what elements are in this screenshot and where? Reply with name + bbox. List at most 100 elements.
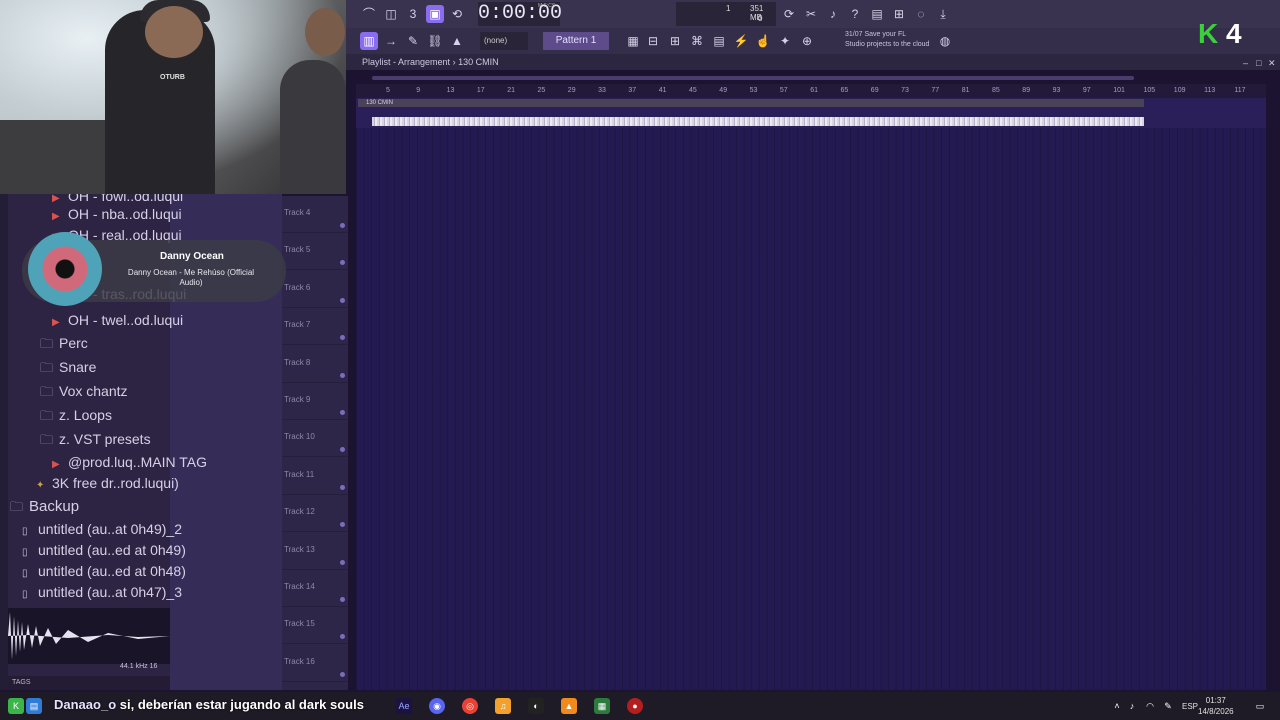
track-mute-dot[interactable] bbox=[340, 559, 345, 565]
track-mute-dot[interactable] bbox=[340, 223, 345, 228]
piano-roll-icon[interactable]: ▦ bbox=[624, 32, 642, 50]
browser-item[interactable]: ▶ OH - nba..od.luqui bbox=[52, 206, 182, 222]
mixer-view-icon[interactable]: ⊞ bbox=[666, 32, 684, 50]
volume-icon[interactable]: ♪ bbox=[1126, 698, 1138, 714]
close-icon[interactable]: ✕ bbox=[1268, 58, 1276, 69]
track-mute-dot[interactable] bbox=[340, 335, 345, 341]
track-mute-dot[interactable] bbox=[340, 597, 345, 602]
download-icon[interactable]: ⤓ bbox=[934, 5, 952, 23]
track-mute-dot[interactable] bbox=[340, 447, 345, 453]
recorder-icon[interactable]: ● bbox=[627, 698, 643, 714]
browser-item[interactable]: ▯ untitled (au..at 0h47)_3 bbox=[22, 584, 182, 600]
browser-item[interactable]: ▯ untitled (au..at 0h49)_2 bbox=[22, 521, 182, 537]
track-mute-dot[interactable] bbox=[340, 634, 345, 640]
track-header[interactable]: Track 10 bbox=[282, 420, 348, 458]
track-mute-dot[interactable] bbox=[340, 410, 345, 415]
playlist-grid[interactable] bbox=[356, 128, 1266, 690]
browser-item[interactable]: ✦ 3K free dr..rod.luqui) bbox=[36, 475, 179, 491]
pattern-selector[interactable]: Pattern 1 bbox=[543, 32, 609, 50]
help-icon[interactable]: ? bbox=[846, 5, 864, 23]
cut-icon[interactable]: ✂ bbox=[802, 5, 820, 23]
tools-icon[interactable]: ✦ bbox=[776, 32, 794, 50]
refresh-icon[interactable]: ⟳ bbox=[780, 5, 798, 23]
track-header[interactable]: Track 8 bbox=[282, 346, 348, 383]
track-mute-dot[interactable] bbox=[340, 671, 345, 677]
track-mute-dot[interactable] bbox=[340, 297, 345, 303]
track-header[interactable]: Track 14 bbox=[282, 570, 348, 607]
calculator-icon[interactable]: ▦ bbox=[594, 698, 610, 714]
track-mute-dot[interactable] bbox=[340, 372, 345, 378]
track-header[interactable]: Track 13 bbox=[282, 533, 348, 570]
pen-icon[interactable]: ✎ bbox=[1162, 698, 1174, 714]
timeline-ruler[interactable]: 5 9 13 17 21 25 29 33 37 41 45 49 53 57 61 65 69 73 77 81 85… bbox=[356, 84, 1266, 98]
track-header[interactable]: Track 7 bbox=[282, 308, 348, 346]
browser-item[interactable]: ▯ untitled (au..ed at 0h48) bbox=[22, 563, 186, 579]
language-indicator[interactable]: ESP bbox=[1182, 702, 1198, 711]
taskbar-clock[interactable]: 01:37 14/8/2026 bbox=[1198, 695, 1234, 717]
chrome-icon[interactable]: ◎ bbox=[462, 698, 478, 714]
browser-item-label: untitled (au..ed at 0h48) bbox=[38, 563, 186, 579]
plug-icon[interactable]: ⚡ bbox=[732, 32, 750, 50]
countdown-icon[interactable]: 3 bbox=[404, 5, 422, 23]
stamp-icon[interactable]: ▲ bbox=[448, 32, 466, 50]
loop-record-icon[interactable]: ⟲ bbox=[448, 5, 466, 23]
pattern-song-icon[interactable]: ⌒ bbox=[360, 5, 378, 23]
browser-item[interactable]: ▯ untitled (au..ed at 0h49) bbox=[22, 542, 186, 558]
plugin-icon[interactable]: ⌘ bbox=[688, 32, 706, 50]
browser-item[interactable]: 🗀 Snare bbox=[40, 359, 96, 381]
playlist-header[interactable]: Playlist - Arrangement › 130 CMIN bbox=[346, 54, 1280, 70]
mic-icon[interactable]: ♪ bbox=[824, 5, 842, 23]
horizontal-scrollbar[interactable] bbox=[372, 76, 1134, 80]
save-icon[interactable]: ▤ bbox=[868, 5, 886, 23]
audio-clip[interactable] bbox=[372, 117, 1144, 126]
track-label: Track 16 bbox=[284, 656, 315, 666]
channel-rack-icon[interactable]: ⊟ bbox=[644, 32, 662, 50]
metronome-icon[interactable]: ◫ bbox=[382, 5, 400, 23]
link-icon[interactable]: ⛓ bbox=[426, 32, 444, 50]
maximize-icon[interactable]: □ bbox=[1256, 58, 1261, 68]
browser-item[interactable]: 🗀 z. Loops bbox=[40, 407, 112, 429]
discord-icon[interactable]: ◉ bbox=[429, 698, 445, 714]
record-mode-icon[interactable]: ▣ bbox=[426, 5, 444, 23]
fl-studio-icon[interactable]: ♫ bbox=[495, 698, 511, 714]
minimize-icon[interactable]: – bbox=[1243, 58, 1248, 68]
track-header[interactable]: Track 16 bbox=[282, 645, 348, 682]
track-header[interactable]: Track 4 bbox=[282, 196, 348, 233]
track-header[interactable]: Track 9 bbox=[282, 383, 348, 420]
track-header[interactable]: Track 5 bbox=[282, 233, 348, 271]
browser-item[interactable]: 🗀 z. VST presets bbox=[40, 431, 151, 453]
track-header[interactable]: Track 15 bbox=[282, 607, 348, 645]
browser-icon[interactable]: ▤ bbox=[710, 32, 728, 50]
after-effects-icon[interactable]: Ae bbox=[396, 698, 412, 714]
cart-icon[interactable]: ⊕ bbox=[798, 32, 816, 50]
track-header[interactable]: Track 6 bbox=[282, 271, 348, 308]
kick-icon[interactable]: K bbox=[8, 698, 24, 714]
browser-item[interactable]: 🗀 Perc bbox=[40, 335, 88, 357]
obs-icon[interactable]: ◐ bbox=[528, 698, 544, 714]
wifi-icon[interactable]: ◠ bbox=[1144, 698, 1156, 714]
browser-item[interactable]: ▶ @prod.luq..MAIN TAG bbox=[52, 454, 207, 470]
cloud-save-notice[interactable]: 31/07 Save your FL Studio projects to th… bbox=[845, 30, 929, 50]
globe-icon[interactable]: ◍ bbox=[936, 32, 954, 50]
track-mute-dot[interactable] bbox=[340, 260, 345, 266]
track-mute-dot[interactable] bbox=[340, 522, 345, 528]
touch-icon[interactable]: ☝ bbox=[754, 32, 772, 50]
browser-item[interactable]: 🗀 Backup bbox=[10, 498, 79, 520]
playlist-mode-icon[interactable]: ▥ bbox=[360, 32, 378, 50]
tray-up-icon[interactable]: ˄ bbox=[1112, 698, 1122, 714]
app-icon[interactable]: ▤ bbox=[26, 698, 42, 714]
tempo-clip[interactable]: 130 CMIN bbox=[358, 99, 1144, 107]
track-mute-dot[interactable] bbox=[340, 484, 345, 490]
arrow-right-icon[interactable]: → bbox=[382, 32, 400, 50]
tags-bar[interactable]: TAGS bbox=[8, 676, 170, 690]
browser-item[interactable]: ▶ OH - twel..od.luqui bbox=[52, 312, 183, 328]
browser-item[interactable]: 🗀 Vox chantz bbox=[40, 383, 128, 405]
track-header[interactable]: Track 12 bbox=[282, 495, 348, 533]
pencil-icon[interactable]: ✎ bbox=[404, 32, 422, 50]
vlc-icon[interactable]: ▲ bbox=[561, 698, 577, 714]
chat-icon[interactable]: ◌ bbox=[912, 5, 930, 23]
track-header[interactable]: Track 11 bbox=[282, 458, 348, 495]
notification-icon[interactable]: ▭ bbox=[1252, 698, 1268, 714]
snap-select[interactable]: (none) bbox=[480, 32, 528, 50]
mixer-icon[interactable]: ⊞ bbox=[890, 5, 908, 23]
